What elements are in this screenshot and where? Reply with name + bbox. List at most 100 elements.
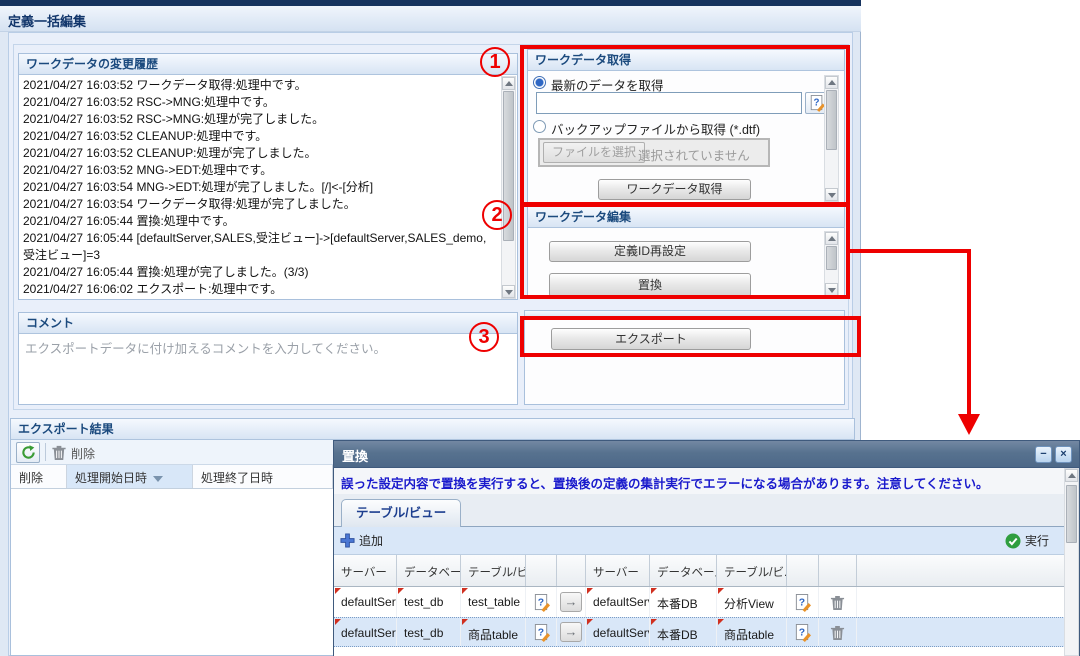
log-entry: 2021/04/27 16:03:54 MNG->EDT:処理が完了しました。[… — [23, 179, 497, 196]
log-entry: 2021/04/27 16:03:52 MNG->EDT:処理中です。 — [23, 162, 497, 179]
refresh-icon — [21, 445, 36, 460]
cell-filler — [857, 618, 1065, 646]
annotation-arrow-horizontal — [849, 249, 971, 253]
plus-icon — [340, 533, 355, 548]
run-button[interactable]: 実行 — [1005, 532, 1049, 549]
annotation-box-1 — [520, 45, 850, 206]
dst-ref-lookup-button[interactable]: ? — [787, 618, 819, 646]
refresh-button[interactable] — [16, 442, 40, 463]
svg-text:?: ? — [537, 597, 543, 608]
edited-marker-icon — [462, 588, 468, 594]
cell-dst-table[interactable]: 分析View — [717, 587, 787, 617]
table-row[interactable]: defaultServer test_db 商品table ? → defaul… — [334, 617, 1065, 647]
edited-marker-icon — [651, 588, 657, 594]
comment-panel-title: コメント — [19, 313, 517, 334]
log-entry: 2021/04/27 16:06:03 エクスポート:処理が完了しました。 — [23, 298, 497, 299]
column-dst-server[interactable]: サーバー — [586, 555, 650, 586]
comment-textarea[interactable] — [19, 334, 517, 404]
history-scrollbar[interactable] — [501, 76, 516, 299]
copy-right-button[interactable]: → — [557, 587, 586, 617]
history-panel: ワークデータの変更履歴 2021/04/27 16:03:52 ワークデータ取得… — [18, 53, 518, 300]
cell-dst-db[interactable]: 本番DB — [650, 587, 717, 617]
replace-table-header: サーバー データベース テーブル/ビ... サーバー データベース テーブル/ビ… — [334, 555, 1065, 587]
arrow-right-icon: → — [560, 622, 582, 642]
copy-right-button[interactable]: → — [557, 618, 586, 646]
ref-lookup-icon: ? — [533, 593, 550, 612]
cell-src-db[interactable]: test_db — [397, 587, 461, 617]
cell-src-db[interactable]: test_db — [397, 618, 461, 646]
run-label: 実行 — [1025, 532, 1049, 549]
column-src-table[interactable]: テーブル/ビ... — [461, 555, 526, 586]
edited-marker-icon — [587, 619, 593, 625]
sort-desc-icon — [153, 476, 163, 482]
cell-dst-table[interactable]: 商品table — [717, 618, 787, 646]
cell-src-server[interactable]: defaultServer — [334, 618, 397, 646]
column-src-server[interactable]: サーバー — [334, 555, 397, 586]
svg-text:?: ? — [537, 627, 543, 638]
cell-dst-db[interactable]: 本番DB — [650, 618, 717, 646]
edited-marker-icon — [335, 619, 341, 625]
replace-toolbar: 追加 実行 — [334, 527, 1065, 555]
scroll-up-icon[interactable] — [502, 77, 515, 90]
src-ref-lookup-button[interactable]: ? — [526, 618, 557, 646]
replace-tabbar: テーブル/ビュー — [334, 494, 1065, 527]
cell-src-table[interactable]: 商品table — [461, 618, 526, 646]
row-delete-button[interactable] — [819, 587, 857, 617]
cell-src-server[interactable]: defaultServer — [334, 587, 397, 617]
scrollbar-thumb[interactable] — [1066, 485, 1077, 543]
replace-window-title: 置換 — [334, 441, 1079, 465]
delete-tool-label[interactable]: 削除 — [71, 445, 95, 462]
annotation-box-3 — [520, 316, 861, 357]
log-entry: 2021/04/27 16:03:52 RSC->MNG:処理が完了しました。 — [23, 111, 497, 128]
window-titlebar: 定義一括編集 — [0, 6, 861, 32]
column-dst-ref — [787, 555, 819, 586]
annotation-step-2: 2 — [482, 200, 512, 230]
column-copy — [557, 555, 586, 586]
cell-filler — [857, 587, 1065, 617]
log-entry: 2021/04/27 16:05:44 置換:処理が完了しました。(3/3) — [23, 264, 497, 281]
annotation-box-2 — [520, 203, 850, 299]
table-row[interactable]: defaultServer test_db test_table ? → def… — [334, 587, 1065, 617]
edited-marker-icon — [335, 588, 341, 594]
trash-icon[interactable] — [51, 444, 67, 461]
scroll-down-icon[interactable] — [502, 285, 515, 298]
row-delete-button[interactable] — [819, 618, 857, 646]
svg-text:?: ? — [799, 597, 805, 608]
column-src-db[interactable]: データベース — [397, 555, 461, 586]
ref-lookup-icon: ? — [794, 623, 811, 642]
minimize-button[interactable]: − — [1035, 446, 1052, 463]
column-start-time[interactable]: 処理開始日時 — [67, 465, 193, 488]
ref-lookup-icon: ? — [794, 593, 811, 612]
replace-window: 置換 − × 誤った設定内容で置換を実行すると、置換後の定義の集計実行でエラーに… — [333, 440, 1080, 656]
column-end-time[interactable]: 処理終了日時 — [193, 465, 333, 488]
ref-lookup-icon: ? — [533, 623, 550, 642]
history-panel-title: ワークデータの変更履歴 — [19, 54, 517, 75]
scroll-up-icon[interactable] — [1065, 469, 1078, 482]
close-button[interactable]: × — [1055, 446, 1072, 463]
page-title: 定義一括編集 — [0, 6, 861, 30]
annotation-arrow-vertical — [967, 249, 971, 415]
add-label: 追加 — [359, 532, 383, 549]
annotation-arrowhead-icon — [958, 414, 980, 435]
add-row-button[interactable]: 追加 — [340, 532, 383, 549]
tab-table-view[interactable]: テーブル/ビュー — [341, 499, 461, 527]
log-entry: 2021/04/27 16:03:52 CLEANUP:処理が完了しました。 — [23, 145, 497, 162]
edited-marker-icon — [587, 588, 593, 594]
column-dst-table[interactable]: テーブル/ビ... — [717, 555, 787, 586]
edited-marker-icon — [651, 619, 657, 625]
cell-dst-server[interactable]: defaultServer — [586, 618, 650, 646]
column-dst-db[interactable]: データベース — [650, 555, 717, 586]
log-entry: 2021/04/27 16:03:52 ワークデータ取得:処理中です。 — [23, 77, 497, 94]
log-entry: 2021/04/27 16:03:54 ワークデータ取得:処理が完了しました。 — [23, 196, 497, 213]
trash-icon — [830, 594, 845, 611]
column-filler — [857, 555, 1065, 586]
comment-panel: コメント — [18, 312, 518, 405]
column-delete[interactable]: 削除 — [11, 465, 67, 488]
src-ref-lookup-button[interactable]: ? — [526, 587, 557, 617]
cell-src-table[interactable]: test_table — [461, 587, 526, 617]
cell-dst-server[interactable]: defaultServer — [586, 587, 650, 617]
replace-scrollbar[interactable] — [1064, 468, 1079, 656]
dst-ref-lookup-button[interactable]: ? — [787, 587, 819, 617]
annotation-step-3: 3 — [469, 322, 499, 352]
log-entry: 2021/04/27 16:05:44 [defaultServer,SALES… — [23, 230, 497, 264]
